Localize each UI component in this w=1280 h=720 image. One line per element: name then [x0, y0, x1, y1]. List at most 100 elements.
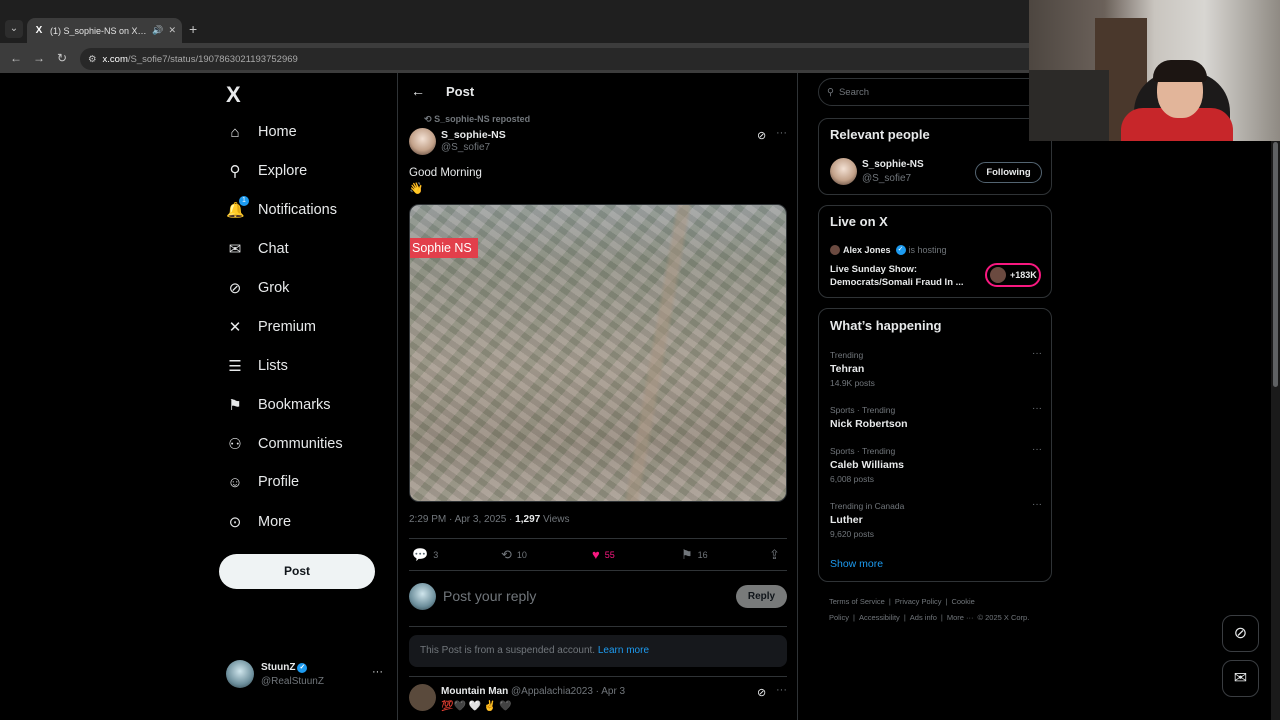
back-arrow-icon[interactable]: ← — [10, 51, 22, 65]
account-avatar — [226, 660, 254, 688]
nav-item-explore[interactable]: ⚲ Explore — [226, 157, 308, 185]
footer-link[interactable]: Ads info — [910, 613, 937, 622]
nav-item-notifications[interactable]: 🔔 1 Notifications — [226, 196, 337, 224]
waving-hand-icon: 👋 — [409, 183, 424, 195]
like-count: 55 — [604, 549, 615, 560]
reply-button[interactable]: Reply — [736, 585, 787, 608]
forward-arrow-icon[interactable]: → — [33, 51, 45, 65]
trend-item[interactable]: Sports · Trending Caleb Williams 6,008 pos… — [830, 444, 1042, 484]
trend-item[interactable]: Sports · Trending Nick Robertson ··· — [830, 403, 1042, 430]
like-action[interactable]: ♥ 55 — [592, 547, 615, 562]
nav-item-communities[interactable]: ⚇ Communities — [226, 430, 343, 458]
tab-search-button[interactable]: ⌄ — [5, 20, 23, 38]
footer-link[interactable]: © 2025 X Corp. — [978, 613, 1030, 622]
post-video[interactable]: Sophie NS — [409, 204, 787, 502]
divider — [409, 676, 787, 677]
learn-more-link[interactable]: Learn more — [598, 645, 649, 656]
host-name: Alex Jones — [843, 245, 891, 255]
grok-icon[interactable]: ⊘ — [757, 129, 766, 142]
reply-author-avatar[interactable] — [409, 684, 436, 711]
trend-more-icon[interactable]: ··· — [1032, 348, 1042, 359]
footer-separator: | — [940, 613, 943, 622]
grok-floating-icon[interactable]: ⊘ — [1222, 615, 1259, 652]
account-switcher[interactable]: StuunZ ✓ @RealStuunZ ··· — [226, 660, 386, 690]
site-info-icon[interactable]: ⚙ — [88, 54, 97, 65]
nav-item-label: Explore — [258, 163, 308, 179]
trend-item[interactable]: Trending Tehran 14.9K posts ··· — [830, 348, 1042, 388]
nav-item-label: More — [258, 514, 292, 530]
nav-item-chat[interactable]: ✉ Chat — [226, 235, 289, 263]
footer-link[interactable]: Privacy Policy — [895, 597, 942, 606]
trend-name: Luther — [830, 514, 863, 526]
author-name[interactable]: S_sophie-NS — [441, 129, 506, 141]
nav-item-label: Lists — [258, 358, 288, 374]
trend-item[interactable]: Trending in Canada Luther 9,620 posts ··· — [830, 499, 1042, 539]
reply-action[interactable]: 💬 3 — [412, 547, 438, 563]
footer-separator: | — [903, 613, 906, 622]
reply-input[interactable]: Post your reply — [443, 588, 536, 604]
footer-link[interactable]: More ··· — [947, 613, 974, 622]
messages-floating-icon[interactable]: ✉ — [1222, 660, 1259, 697]
nav-item-home[interactable]: ⌂ Home — [226, 118, 297, 146]
nav-item-label: Communities — [258, 436, 343, 452]
repost-count: 10 — [516, 550, 527, 560]
nav-item-profile[interactable]: ☺ Profile — [226, 468, 299, 496]
grok-icon[interactable]: ⊘ — [757, 686, 766, 699]
trend-more-icon[interactable]: ··· — [1032, 403, 1042, 414]
webcam-person-hair — [1153, 60, 1207, 82]
live-listener-count[interactable]: +183K — [985, 263, 1041, 287]
scrollbar-thumb[interactable] — [1273, 142, 1278, 387]
nav-item-bookmarks[interactable]: ⚑ Bookmarks — [226, 391, 330, 419]
footer-link[interactable]: Terms of Service — [829, 597, 885, 606]
reply-author[interactable]: Mountain Man @Appalachia2023 · Apr 3 — [441, 686, 625, 697]
share-action[interactable]: ⇪ — [769, 547, 780, 563]
post-button[interactable]: Post — [219, 554, 375, 589]
nav-item-label: Notifications — [258, 202, 337, 218]
reply-author-handle: @Appalachia2023 · Apr 3 — [511, 686, 626, 697]
back-arrow-icon[interactable]: ← — [411, 83, 425, 99]
nav-item-more[interactable]: ⊙ More — [226, 508, 291, 536]
nav-item-lists[interactable]: ☰ Lists — [226, 352, 288, 380]
search-input[interactable]: ⚲ Search — [818, 78, 1052, 106]
browser-tab[interactable]: X (1) S_sophie-NS on X: "Goo 🔊 ✕ — [27, 18, 182, 43]
relevant-handle[interactable]: @S_sofie7 — [862, 173, 911, 184]
repost-indicator: ⟲ S_sophie-NS reposted — [424, 114, 530, 125]
author-handle[interactable]: @S_sofie7 — [441, 142, 490, 153]
live-space-title[interactable]: Live Sunday Show: Democrats/Somali Fraud… — [830, 263, 980, 289]
nav-item-label: Profile — [258, 474, 300, 490]
post-time[interactable]: 2:29 PM · Apr 3, 2025 · — [409, 514, 515, 525]
new-tab-button[interactable]: + — [189, 21, 197, 37]
divider — [409, 538, 787, 539]
speaker-icon[interactable]: 🔊 — [152, 25, 163, 36]
reload-icon[interactable]: ↻ — [57, 51, 67, 65]
nav-item-premium[interactable]: ✕ Premium — [226, 313, 316, 341]
x-favicon-icon: X — [35, 24, 43, 36]
bookmark-action[interactable]: ⚑ 16 — [681, 547, 708, 563]
trend-name: Tehran — [830, 363, 865, 375]
following-button[interactable]: Following — [975, 162, 1042, 183]
author-avatar[interactable] — [409, 128, 436, 155]
reply-author-name: Mountain Man — [441, 686, 509, 697]
more-options-icon[interactable]: ··· — [776, 684, 787, 696]
account-more-icon[interactable]: ··· — [372, 666, 383, 678]
whats-happening-card: What’s happening Trending Tehran 14.9K pos… — [818, 308, 1052, 582]
divider — [409, 626, 787, 627]
close-tab-icon[interactable]: ✕ — [168, 25, 176, 36]
more-options-icon[interactable]: ··· — [776, 127, 787, 139]
x-logo-icon[interactable]: X — [226, 82, 241, 108]
nav-item-label: Home — [258, 124, 297, 140]
video-watermark-label: Sophie NS — [410, 238, 478, 258]
show-more-link[interactable]: Show more — [830, 558, 883, 570]
bell-icon: 🔔 1 — [226, 196, 249, 219]
relevant-avatar[interactable] — [830, 158, 857, 185]
relevant-name[interactable]: S_sophie-NS — [862, 159, 924, 170]
trend-post-count: 6,008 posts — [830, 474, 874, 484]
nav-item-label: Grok — [258, 280, 290, 296]
repost-label: S_sophie-NS reposted — [434, 114, 531, 124]
nav-item-grok[interactable]: ⊘ Grok — [226, 274, 290, 302]
footer-link[interactable]: Accessibility — [859, 613, 900, 622]
trend-more-icon[interactable]: ··· — [1032, 499, 1042, 510]
repost-action[interactable]: ⟲ 10 — [501, 547, 527, 563]
trend-more-icon[interactable]: ··· — [1032, 444, 1042, 455]
communities-icon: ⚇ — [228, 436, 242, 453]
